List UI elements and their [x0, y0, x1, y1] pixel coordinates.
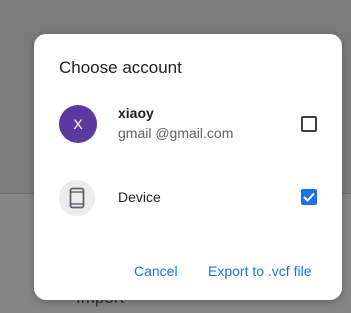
phone-icon [69, 187, 85, 209]
dialog-title: Choose account [59, 58, 182, 77]
dialog-actions: Cancel Export to .vcf file [34, 259, 342, 283]
export-vcf-button[interactable]: Export to .vcf file [208, 259, 311, 283]
account-checkbox[interactable] [301, 116, 317, 132]
account-email: gmail @gmail.com [118, 125, 234, 141]
choose-account-dialog: Choose account X xiaoy gmail @gmail.com … [34, 34, 342, 300]
account-option-row[interactable]: X xiaoy gmail @gmail.com [34, 100, 342, 164]
device-checkbox[interactable] [301, 189, 317, 205]
device-label: Device [118, 189, 161, 205]
checkmark-icon [303, 192, 315, 202]
account-name: xiaoy [118, 105, 154, 121]
account-avatar: X [59, 105, 97, 143]
cancel-button[interactable]: Cancel [134, 259, 178, 283]
device-option-row[interactable]: Device [34, 172, 342, 232]
device-icon-container [59, 180, 95, 216]
